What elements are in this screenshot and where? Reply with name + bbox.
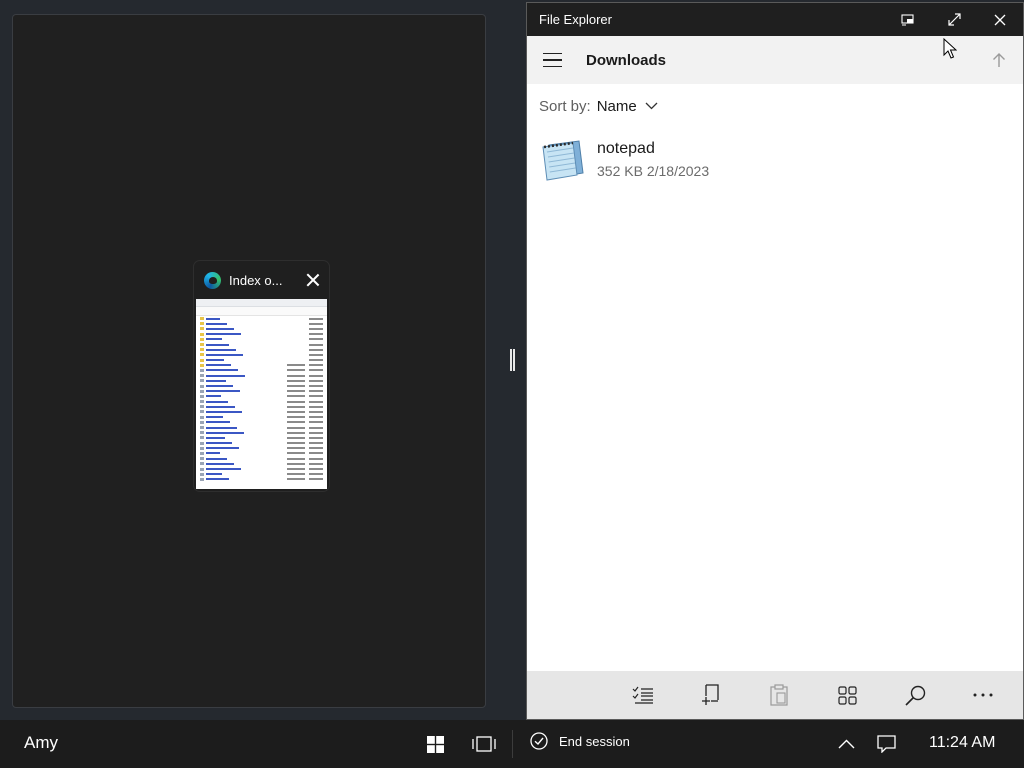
select-multiple-icon <box>632 686 653 704</box>
sort-label: Sort by: <box>539 97 591 115</box>
file-date: 2/18/2023 <box>646 162 710 179</box>
thumbnail-preview <box>196 299 327 489</box>
file-explorer-window: File Explorer Downloads Sort by: Name no… <box>526 2 1024 720</box>
hamburger-menu-button[interactable] <box>527 36 577 84</box>
file-item-notepad[interactable]: notepad 352 KB 2/18/2023 <box>527 128 1023 190</box>
arrow-up-icon <box>993 53 1005 67</box>
windows-start-icon <box>426 735 444 753</box>
sort-dropdown[interactable]: Name <box>597 98 658 115</box>
more-button[interactable] <box>949 671 1017 719</box>
file-meta: notepad 352 KB 2/18/2023 <box>597 140 709 179</box>
compact-overlay-button[interactable] <box>885 3 931 36</box>
compact-overlay-icon <box>901 13 914 25</box>
paste-button[interactable] <box>745 671 813 719</box>
more-icon <box>973 693 993 697</box>
file-size: 352 KB <box>597 162 643 179</box>
taskbar-separator <box>512 730 513 758</box>
bottom-toolbar <box>527 671 1023 719</box>
chevron-down-icon <box>645 102 658 110</box>
view-grid-icon <box>837 685 857 705</box>
current-folder-title: Downloads <box>586 51 667 69</box>
edge-icon <box>204 271 221 289</box>
file-name: notepad <box>597 139 655 157</box>
close-icon <box>994 14 1006 25</box>
new-button[interactable] <box>677 671 745 719</box>
clock[interactable]: 11:24 AM <box>929 734 995 752</box>
task-view-icon <box>472 736 496 752</box>
view-button[interactable] <box>813 671 881 719</box>
snap-divider-handle[interactable] <box>509 349 515 371</box>
sort-bar: Sort by: Name <box>527 84 1023 128</box>
search-icon <box>904 685 925 706</box>
end-session-button[interactable]: End session <box>530 732 630 750</box>
show-hidden-icons-button[interactable] <box>830 728 862 760</box>
thumbnail-titlebar: Index o... <box>194 261 329 299</box>
user-name: Amy <box>24 733 58 752</box>
sort-value: Name <box>596 97 637 115</box>
close-button[interactable] <box>977 3 1023 36</box>
navigation-bar: Downloads <box>527 36 1023 84</box>
check-circle-icon <box>530 732 548 750</box>
paste-icon <box>770 684 788 706</box>
notepad-file-icon <box>539 137 585 181</box>
thumbnail-close-icon[interactable] <box>305 272 321 288</box>
file-details: 352 KB 2/18/2023 <box>597 163 709 179</box>
file-explorer-titlebar: File Explorer <box>527 3 1023 36</box>
new-item-icon <box>702 684 719 705</box>
hamburger-icon <box>542 52 562 55</box>
task-view-button[interactable] <box>468 728 500 760</box>
thumbnail-title: Index o... <box>229 272 283 288</box>
up-button[interactable] <box>975 36 1023 84</box>
window-title: File Explorer <box>539 12 612 27</box>
edge-window-thumbnail[interactable]: Index o... <box>194 261 329 491</box>
end-session-label: End session <box>559 733 630 749</box>
notification-icon <box>876 735 896 753</box>
left-snap-pane: Index o... <box>12 14 486 708</box>
fullscreen-button[interactable] <box>931 3 977 36</box>
thumbnail-preview-row <box>196 477 327 482</box>
action-center-button[interactable] <box>870 728 902 760</box>
chevron-up-icon <box>838 739 854 749</box>
start-button[interactable] <box>419 728 451 760</box>
fullscreen-icon <box>947 13 961 26</box>
search-button[interactable] <box>881 671 949 719</box>
select-button[interactable] <box>609 671 677 719</box>
taskbar: Amy End session 11:24 AM <box>0 720 1024 768</box>
